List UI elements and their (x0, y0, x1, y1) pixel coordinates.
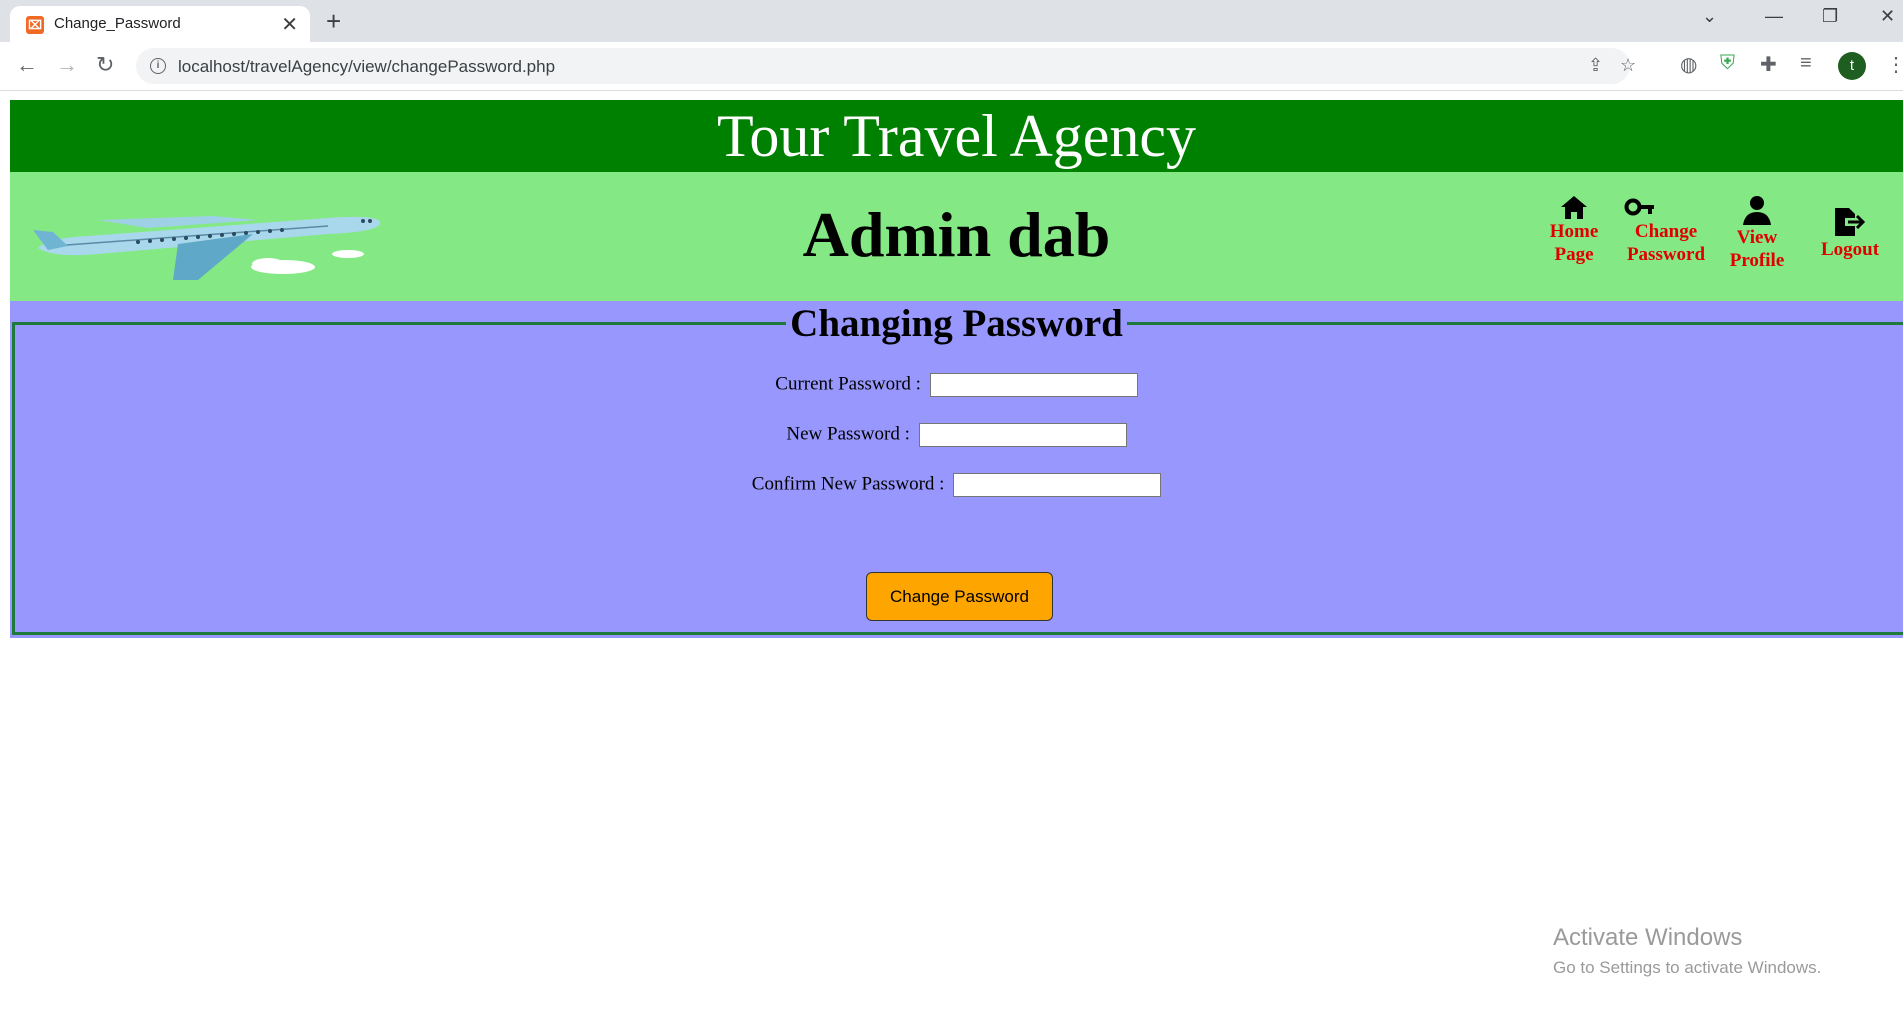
tab-search-chevron-icon[interactable]: ⌄ (1702, 6, 1717, 27)
nav-home-label-1: Home (1549, 221, 1599, 242)
home-icon (1561, 196, 1587, 219)
current-password-label: Current Password : (775, 373, 921, 395)
nav-logout[interactable]: Logout (1812, 206, 1888, 261)
header-bar: Admin dab Home Page Change Password View… (10, 172, 1903, 301)
nav-view-profile[interactable]: View Profile (1722, 194, 1792, 272)
media-queue-icon[interactable]: ≡ (1800, 52, 1812, 75)
change-password-button[interactable]: Change Password (866, 572, 1053, 621)
tab-title: Change_Password (54, 15, 181, 32)
nav-change-password-label-1: Change (1634, 221, 1698, 242)
nav-logout-label: Logout (1820, 239, 1880, 260)
change-password-section: Changing Password Current Password : New… (10, 301, 1903, 638)
new-password-label: New Password : (786, 423, 910, 445)
profile-avatar[interactable]: t (1838, 52, 1866, 80)
current-password-input[interactable] (929, 373, 1138, 397)
new-password-input[interactable] (918, 423, 1127, 447)
nav-home-label-2: Page (1554, 244, 1594, 265)
close-tab-icon[interactable]: ✕ (281, 12, 298, 37)
current-password-row: Current Password : (10, 373, 1903, 397)
address-bar[interactable]: i localhost/travelAgency/view/changePass… (136, 48, 1636, 84)
watermark-subtitle: Go to Settings to activate Windows. (1553, 958, 1822, 977)
site-title: Tour Travel Agency (10, 100, 1903, 172)
nav-change-password[interactable]: Change Password (1620, 194, 1712, 266)
forward-icon[interactable]: → (56, 52, 78, 78)
globe-extension-icon[interactable]: ◍ (1680, 52, 1697, 77)
watermark-title: Activate Windows (1553, 924, 1743, 951)
site-info-icon[interactable]: i (150, 58, 166, 74)
windows-activation-watermark: Activate Windows Go to Settings to activ… (1553, 924, 1821, 978)
form-legend-text: Changing Password (786, 302, 1127, 345)
form-legend: Changing Password (10, 301, 1903, 346)
extensions-puzzle-icon[interactable]: ✚ (1760, 52, 1777, 77)
bookmark-star-icon[interactable]: ☆ (1620, 55, 1636, 76)
share-icon[interactable]: ⇪ (1588, 55, 1603, 76)
confirm-password-input[interactable] (953, 473, 1162, 497)
close-window-icon[interactable]: ✕ (1880, 6, 1895, 27)
url-text[interactable]: localhost/travelAgency/view/changePasswo… (178, 57, 555, 77)
user-icon (1743, 196, 1771, 225)
new-password-row: New Password : (10, 423, 1903, 447)
browser-tab-strip: ⌧ Change_Password ✕ + ⌄ — ❐ ✕ (0, 0, 1903, 42)
new-tab-icon[interactable]: + (326, 6, 341, 37)
browser-toolbar: ← → ↻ i localhost/travelAgency/view/chan… (0, 42, 1903, 91)
nav-view-profile-label-1: View (1736, 227, 1778, 248)
confirm-password-row: Confirm New Password : (10, 473, 1903, 497)
restore-icon[interactable]: ❐ (1822, 6, 1838, 27)
logout-icon (1835, 208, 1866, 236)
confirm-password-label: Confirm New Password : (751, 473, 945, 495)
minimize-icon[interactable]: — (1765, 6, 1783, 27)
xampp-favicon-icon: ⌧ (26, 16, 44, 34)
shield-extension-icon[interactable]: ⛨ (1720, 52, 1735, 75)
key-icon (1624, 198, 1654, 216)
browser-menu-icon[interactable]: ⋮ (1886, 52, 1903, 77)
nav-home-page[interactable]: Home Page (1544, 194, 1604, 266)
reload-icon[interactable]: ↻ (96, 52, 114, 78)
nav-change-password-label-2: Password (1626, 244, 1706, 265)
browser-tab[interactable]: ⌧ Change_Password ✕ (10, 6, 310, 42)
nav-view-profile-label-2: Profile (1729, 250, 1785, 271)
back-icon[interactable]: ← (16, 52, 38, 78)
